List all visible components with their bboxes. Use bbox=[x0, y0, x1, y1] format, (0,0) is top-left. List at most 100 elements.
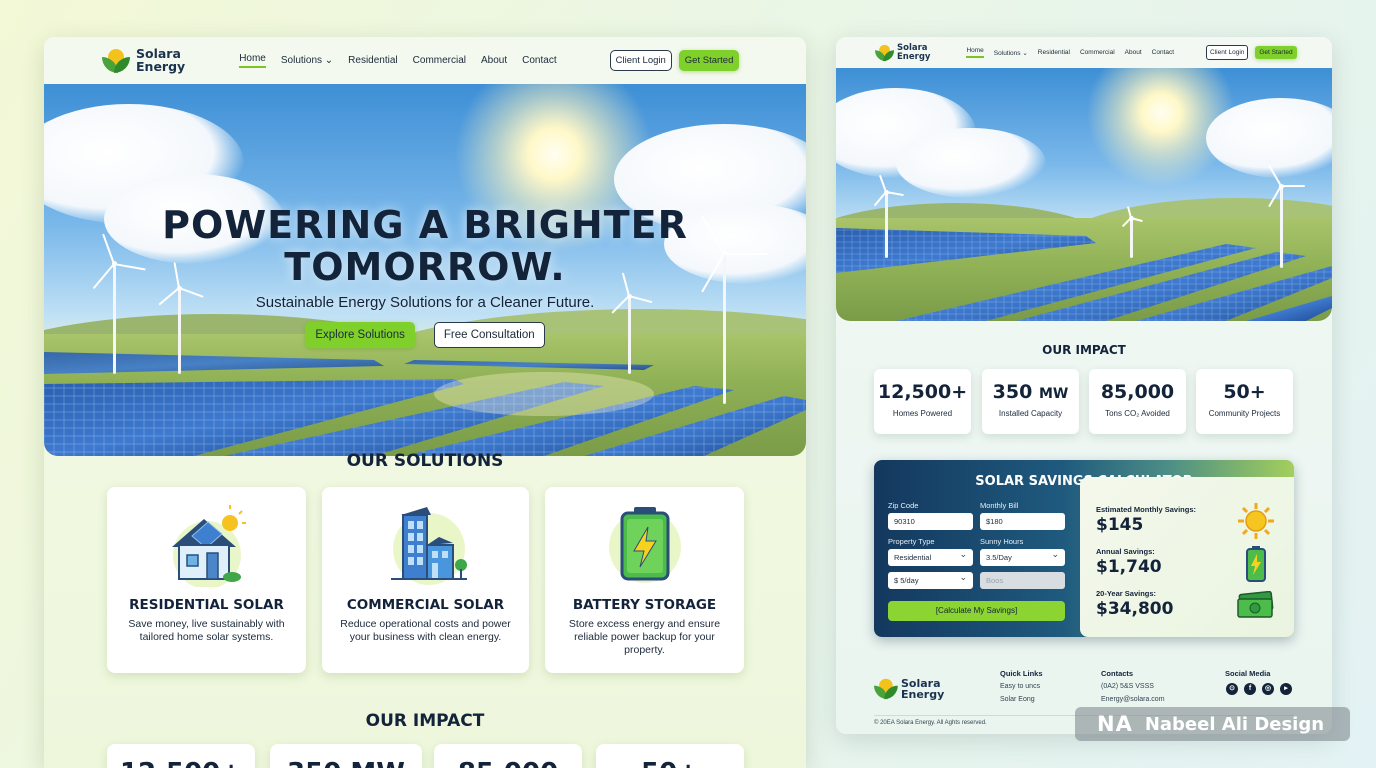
impact-card: 12,500+ bbox=[107, 744, 255, 768]
quick-link[interactable]: Solar Eong bbox=[1000, 696, 1035, 703]
hero-section: POWERING A BRIGHTER TOMORROW. Sustainabl… bbox=[44, 84, 806, 456]
watermark-name: Nabeel Ali Design bbox=[1144, 713, 1325, 735]
hero-image-compact bbox=[836, 68, 1332, 321]
impact-value: 50+ bbox=[596, 758, 744, 768]
cash-icon bbox=[1237, 591, 1274, 618]
impact-label: Tons CO₂ Avoided bbox=[1105, 409, 1170, 418]
free-consultation-button[interactable]: Free Consultation bbox=[433, 322, 545, 348]
nav-solutions[interactable]: Solutions ⌄ bbox=[281, 55, 333, 66]
nav-home[interactable]: Home bbox=[239, 53, 266, 68]
building-solar-icon bbox=[390, 507, 467, 585]
solar-leaf-icon bbox=[874, 677, 898, 701]
nav-about[interactable]: About bbox=[1125, 49, 1142, 56]
monthly-bill-field[interactable]: $180 bbox=[980, 513, 1065, 530]
desktop-mockup: Solara Energy Home Solutions ⌄ Residenti… bbox=[44, 37, 806, 768]
social-media-title: Social Media bbox=[1225, 669, 1271, 678]
annual-savings-label: Annual Savings: bbox=[1096, 547, 1155, 556]
nav-commercial[interactable]: Commercial bbox=[413, 55, 466, 66]
card-title: BATTERY STORAGE bbox=[572, 597, 717, 613]
impact-unit: MW bbox=[1038, 386, 1069, 402]
instagram-icon[interactable]: ◎ bbox=[1262, 683, 1274, 695]
nav-residential[interactable]: Residential bbox=[1038, 49, 1070, 56]
nav-commercial[interactable]: Commercial bbox=[1080, 49, 1115, 56]
designer-watermark: NA Nabeel Ali Design bbox=[1075, 707, 1350, 741]
quick-link[interactable]: Easy to uncs bbox=[1000, 683, 1040, 690]
top-nav: Solara Energy Home Solutions ⌄ Residenti… bbox=[44, 37, 806, 84]
impact-value: 85,000 bbox=[1100, 381, 1175, 403]
top-nav-compact: Solara Energy Home Solutions ⌄ Residenti… bbox=[836, 37, 1332, 68]
impact-value: 350 MW bbox=[270, 758, 422, 768]
solar-leaf-icon bbox=[875, 43, 895, 62]
solutions-heading: OUR SOLUTIONS bbox=[346, 451, 504, 471]
house-solar-icon bbox=[171, 505, 246, 587]
solution-card-battery[interactable]: BATTERY STORAGE Store excess energy and … bbox=[545, 487, 744, 673]
sunny-hours-select[interactable]: 3.5/Day bbox=[980, 549, 1065, 566]
impact-card: 50+ bbox=[596, 744, 744, 768]
solution-card-residential[interactable]: RESIDENTIAL SOLAR Save money, live susta… bbox=[107, 487, 306, 673]
solution-card-commercial[interactable]: COMMERCIAL SOLAR Reduce operational cost… bbox=[322, 487, 529, 673]
impact-card-capacity: 350 MW Installed Capacity bbox=[982, 369, 1079, 434]
brand-line2: Energy bbox=[901, 688, 945, 701]
nav-residential[interactable]: Residential bbox=[348, 55, 397, 66]
zip-field[interactable]: 90310 bbox=[888, 513, 973, 530]
get-started-button[interactable]: Get Started bbox=[1255, 46, 1297, 59]
twenty-year-label: 20-Year Savings: bbox=[1096, 589, 1157, 598]
brand-line2: Energy bbox=[136, 58, 186, 74]
monthly-savings-label: Estimated Monthly Savings: bbox=[1096, 505, 1197, 514]
impact-value: 12,500+ bbox=[877, 381, 968, 403]
hero-title-line1: POWERING A BRIGHTER bbox=[162, 203, 688, 247]
facebook-icon[interactable]: f bbox=[1244, 683, 1256, 695]
impact-heading-left: OUR IMPACT bbox=[365, 711, 485, 731]
property-type-select[interactable]: Residential bbox=[888, 549, 973, 566]
monthly-savings-value: $145 bbox=[1096, 515, 1144, 535]
impact-label: Community Projects bbox=[1208, 409, 1281, 418]
nav-contact[interactable]: Contact bbox=[522, 55, 556, 66]
brand-logo[interactable]: Solara Energy bbox=[102, 47, 185, 75]
calculate-savings-button[interactable]: [Calculate My Savings] bbox=[888, 601, 1065, 621]
nav-home[interactable]: Home bbox=[966, 47, 984, 58]
hero-subtitle: Sustainable Energy Solutions for a Clean… bbox=[255, 294, 595, 311]
card-description: Save money, live sustainably with tailor… bbox=[128, 618, 285, 643]
battery-icon bbox=[608, 507, 681, 583]
impact-card-projects: 50+ Community Projects bbox=[1196, 369, 1293, 434]
compact-mockup: Solara Energy Home Solutions ⌄ Residenti… bbox=[836, 37, 1332, 734]
card-title: RESIDENTIAL SOLAR bbox=[129, 597, 284, 613]
pinterest-icon[interactable]: ⊙ bbox=[1226, 683, 1238, 695]
wind-turbine-icon bbox=[1116, 206, 1146, 258]
battery-icon bbox=[1246, 546, 1266, 582]
solar-leaf-icon bbox=[102, 47, 130, 75]
quick-links-title: Quick Links bbox=[1000, 669, 1043, 678]
hero-title-line2: TOMORROW. bbox=[284, 245, 566, 289]
client-login-button[interactable]: Client Login bbox=[1206, 45, 1249, 60]
zip-label: Zip Code bbox=[888, 501, 919, 510]
contact-email[interactable]: Energy@solara.com bbox=[1101, 696, 1165, 703]
youtube-icon[interactable]: ▸ bbox=[1280, 683, 1292, 695]
impact-card: 85,000 bbox=[434, 744, 582, 768]
property-label: Property Type bbox=[888, 537, 935, 546]
extra-field[interactable]: Boos bbox=[980, 572, 1065, 589]
copyright: © 20EA Solara Energy. All Aghts reserved… bbox=[874, 720, 987, 726]
client-login-button[interactable]: Client Login bbox=[609, 50, 672, 71]
impact-heading: OUR IMPACT bbox=[1042, 343, 1126, 357]
contacts-title: Contacts bbox=[1101, 669, 1134, 678]
annual-savings-value: $1,740 bbox=[1096, 557, 1162, 577]
footer-logo[interactable]: Solara Energy bbox=[874, 675, 944, 703]
nav-contact[interactable]: Contact bbox=[1152, 49, 1174, 56]
card-description: Reduce operational costs and power your … bbox=[340, 618, 511, 643]
brand-logo[interactable]: Solara Energy bbox=[875, 39, 930, 67]
wind-turbine-icon bbox=[866, 174, 906, 258]
wind-turbine-icon bbox=[1256, 164, 1306, 268]
sun-icon bbox=[1238, 503, 1274, 539]
card-description: Store excess energy and ensure reliable … bbox=[568, 618, 721, 656]
savings-results: Estimated Monthly Savings: $145 Annual S… bbox=[1080, 477, 1294, 637]
impact-card: 350 MW bbox=[270, 744, 422, 768]
nav-solutions[interactable]: Solutions ⌄ bbox=[994, 49, 1028, 57]
contact-phone[interactable]: (0A2) 5&S VSSS bbox=[1101, 683, 1154, 690]
rate-select[interactable]: $ 5/day bbox=[888, 572, 973, 589]
nav-about[interactable]: About bbox=[481, 55, 507, 66]
bill-label: Monthly Bill bbox=[980, 501, 1019, 510]
explore-solutions-button[interactable]: Explore Solutions bbox=[305, 322, 415, 348]
impact-value: 12,500+ bbox=[107, 758, 255, 768]
impact-card-homes: 12,500+ Homes Powered bbox=[874, 369, 971, 434]
get-started-button[interactable]: Get Started bbox=[678, 50, 740, 71]
